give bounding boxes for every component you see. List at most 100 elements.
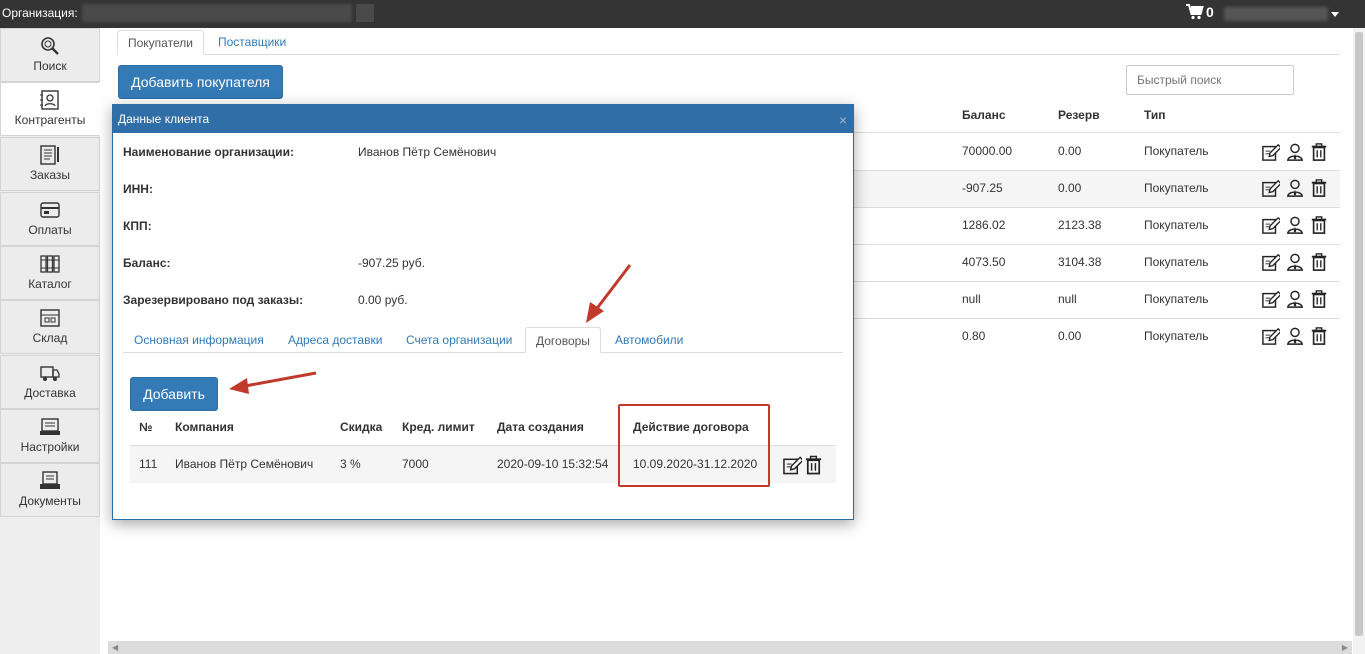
add-buyer-button[interactable]: Добавить покупателя [118,65,283,99]
chevron-down-icon[interactable] [1331,12,1339,17]
sidebar-item-label: Контрагенты [14,113,86,127]
orders-icon [40,145,59,165]
tab-org-accounts[interactable]: Счета организации [396,327,522,353]
cell-type: Покупатель [1144,144,1209,158]
cart-count: 0 [1206,4,1214,20]
horizontal-scrollbar[interactable]: ◀ ▶ [108,641,1352,654]
trash-icon[interactable] [1310,326,1328,346]
tabs-divider [117,54,1340,55]
edit-icon[interactable] [1262,142,1280,162]
tab-suppliers[interactable]: Поставщики [208,30,296,55]
user-icon[interactable] [1286,178,1304,198]
sidebar-item-delivery[interactable]: Доставка [0,355,100,409]
user-icon[interactable] [1286,326,1304,346]
warehouse-icon [40,309,60,327]
cell-reserve: 0.00 [1058,181,1082,195]
reserved-label: Зарезервировано под заказы: [123,293,304,307]
top-bar: Организация: 0 [0,0,1365,28]
tab-main-info[interactable]: Основная информация [124,327,274,353]
tab-contracts[interactable]: Договоры [525,327,601,353]
column-header-balance[interactable]: Баланс [962,108,1006,122]
trash-icon[interactable] [804,455,823,475]
kpp-label: КПП: [123,219,152,233]
sidebar-item-label: Документы [19,494,81,508]
scrollbar-thumb[interactable] [1355,32,1363,636]
payments-icon [40,202,60,218]
column-header-number: № [139,420,153,434]
sidebar-item-label: Склад [32,331,68,345]
sidebar-item-label: Настройки [20,440,80,454]
edit-icon[interactable] [783,455,802,475]
trash-icon[interactable] [1310,252,1328,272]
column-header-created: Дата создания [497,420,584,434]
sidebar-item-search[interactable]: Поиск [0,28,100,82]
trash-icon[interactable] [1310,215,1328,235]
sidebar-item-label: Доставка [24,386,76,400]
cell-balance: 0.80 [962,329,986,343]
cell-reserve: 2123.38 [1058,218,1102,232]
org-name-label: Наименование организации: [123,145,294,159]
balance-value: -907.25 руб. [358,256,425,270]
column-header-reserve[interactable]: Резерв [1058,108,1100,122]
sidebar-item-catalog[interactable]: Каталог [0,246,100,300]
edit-icon[interactable] [1262,326,1280,346]
user-icon[interactable] [1286,289,1304,309]
cell-balance: 70000.00 [962,144,1013,158]
cell-balance: null [962,292,981,306]
edit-icon[interactable] [1262,252,1280,272]
trash-icon[interactable] [1310,178,1328,198]
sidebar-item-warehouse[interactable]: Склад [0,300,100,354]
trash-icon[interactable] [1310,289,1328,309]
add-contract-button[interactable]: Добавить [130,377,218,411]
client-data-modal: Данные клиента × Наименование организаци… [112,104,854,520]
cell-type: Покупатель [1144,292,1209,306]
sidebar-item-label: Поиск [33,59,67,73]
org-select-caret[interactable] [356,4,374,22]
delivery-icon [40,366,60,381]
cell-type: Покупатель [1144,329,1209,343]
column-header-discount: Скидка [340,420,383,434]
vertical-scrollbar[interactable] [1353,28,1365,654]
trash-icon[interactable] [1310,142,1328,162]
org-select[interactable] [82,4,352,22]
edit-icon[interactable] [1262,178,1280,198]
user-menu[interactable] [1224,7,1328,21]
sidebar-item-payments[interactable]: Оплаты [0,192,100,246]
sidebar-item-documents[interactable]: Документы [0,463,100,517]
tab-buyers[interactable]: Покупатели [117,30,204,55]
documents-icon [40,471,60,489]
org-name-value: Иванов Пётр Семёнович [358,145,497,159]
modal-header: Данные клиента × [113,105,853,133]
reserved-value: 0.00 руб. [358,293,408,307]
edit-icon[interactable] [1262,215,1280,235]
row-actions [1262,326,1328,346]
tab-vehicles[interactable]: Автомобили [605,327,693,353]
column-header-type[interactable]: Тип [1144,108,1166,122]
sidebar-item-contacts[interactable]: Контрагенты [0,82,100,136]
row-actions [1262,252,1328,272]
sidebar-item-settings[interactable]: Настройки [0,409,100,463]
cell-balance: 4073.50 [962,255,1006,269]
cell-reserve: 0.00 [1058,329,1082,343]
search-input[interactable] [1126,65,1294,95]
cell-balance: -907.25 [962,181,1003,195]
cell-number: 111 [139,457,158,471]
row-actions [1262,142,1328,162]
modal-title: Данные клиента [118,112,210,126]
row-actions [1262,215,1328,235]
row-actions [1262,289,1328,309]
tab-delivery-addresses[interactable]: Адреса доставки [278,327,392,353]
inn-label: ИНН: [123,182,153,196]
user-icon[interactable] [1286,142,1304,162]
user-icon[interactable] [1286,252,1304,272]
edit-icon[interactable] [1262,289,1280,309]
balance-label: Баланс: [123,256,171,270]
sidebar-item-label: Каталог [28,277,72,291]
sidebar-item-orders[interactable]: Заказы [0,137,100,191]
column-header-credit-limit: Кред. лимит [402,420,475,434]
org-label: Организация: [2,6,78,20]
user-icon[interactable] [1286,215,1304,235]
close-icon[interactable]: × [839,112,847,128]
cell-type: Покупатель [1144,255,1209,269]
cart-button[interactable]: 0 [1186,4,1214,20]
